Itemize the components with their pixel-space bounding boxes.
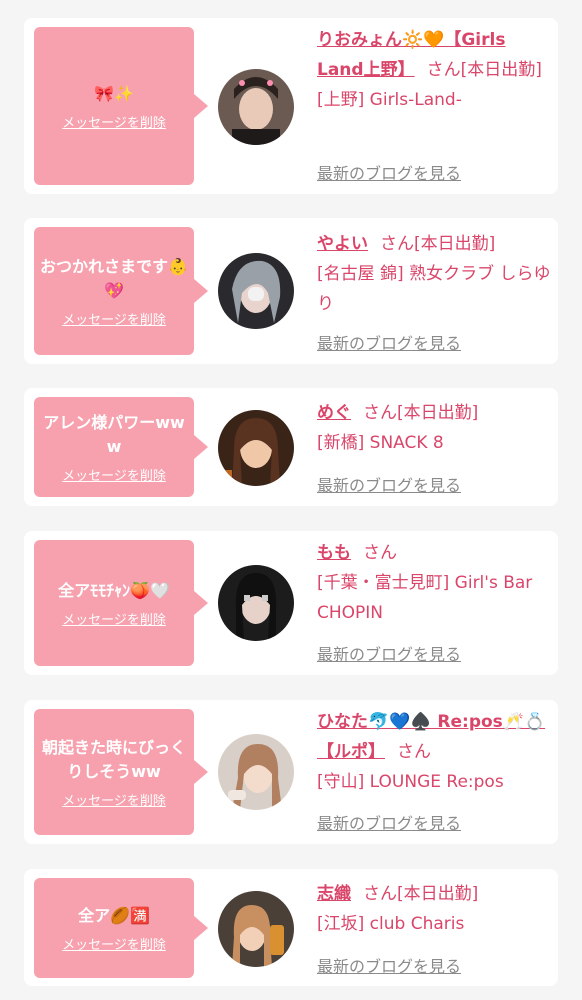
honorific: さん	[426, 60, 461, 80]
status-text: [本日出勤]	[414, 234, 496, 254]
status-text: [本日出勤]	[397, 884, 479, 904]
message-text: 朝起きた時にびっくりしそうww	[41, 737, 186, 781]
delete-message-link[interactable]: メッセージを削除	[62, 112, 166, 131]
list-item: 朝起きた時にびっくりしそうww メッセージを削除 ひなた🐬💙♠️ Re:pos🥂…	[24, 700, 558, 844]
message-bubble: 全アﾓﾓﾁｬﾝ🍑🤍 メッセージを削除	[34, 540, 208, 666]
cast-info: 志織 さん[本日出勤] [江坂] club Charis	[317, 879, 551, 939]
honorific: さん	[397, 742, 431, 762]
message-bubble: おつかれさまです👶💖 メッセージを削除	[34, 227, 208, 355]
blog-link[interactable]: 最新のブログを見る	[317, 810, 461, 834]
delete-message-link[interactable]: メッセージを削除	[62, 465, 166, 484]
message-text: おつかれさまです👶💖	[40, 256, 188, 300]
shop-text: [名古屋 錦] 熟女クラブ しらゆり	[317, 264, 551, 314]
status-text: [本日出勤]	[460, 60, 542, 80]
blog-link[interactable]: 最新のブログを見る	[317, 953, 461, 977]
message-text: 全アﾓﾓﾁｬﾝ🍑🤍	[58, 580, 170, 600]
cast-info: りおみょん🔆🧡【Girls Land上野】 さん[本日出勤] [上野] Girls…	[317, 25, 551, 115]
message-text: 🎀✨	[94, 83, 134, 103]
avatar[interactable]	[218, 410, 294, 486]
avatar[interactable]	[218, 253, 294, 329]
delete-message-link[interactable]: メッセージを削除	[62, 790, 166, 809]
shop-text: [新橋] SNACK 8	[317, 433, 444, 453]
delete-message-link[interactable]: メッセージを削除	[62, 609, 166, 628]
cast-name-link[interactable]: やよい	[317, 234, 368, 254]
avatar[interactable]	[218, 891, 294, 967]
cast-info: もも さん [千葉・富士見町] Girl's Bar CHOPIN	[317, 538, 551, 628]
cast-name-link[interactable]: ひなた🐬💙♠️ Re:pos🥂💍【ルポ】	[317, 712, 545, 762]
message-text: 全ア🏉🈵	[78, 905, 150, 925]
message-bubble: アレン様パワーwww メッセージを削除	[34, 397, 208, 497]
message-bubble: 朝起きた時にびっくりしそうww メッセージを削除	[34, 709, 208, 835]
shop-text: [千葉・富士見町] Girl's Bar CHOPIN	[317, 573, 533, 623]
list-item: 全ア🏉🈵 メッセージを削除 志織 さん[本日出勤] [江坂] club Chari…	[24, 869, 558, 986]
avatar[interactable]	[218, 565, 294, 641]
list-item: 全アﾓﾓﾁｬﾝ🍑🤍 メッセージを削除 もも さん [千葉・富士見町] Girl's…	[24, 531, 558, 675]
blog-link[interactable]: 最新のブログを見る	[317, 330, 461, 354]
cast-name-link[interactable]: もも	[317, 543, 351, 563]
list-item: 🎀✨ メッセージを削除 りおみょん🔆🧡【Girls Land上野】 さん[本日出勤…	[24, 18, 558, 194]
honorific: さん	[363, 543, 397, 563]
list-item: おつかれさまです👶💖 メッセージを削除 やよい さん[本日出勤] [名古屋 錦] …	[24, 218, 558, 364]
favorite-list: 🎀✨ メッセージを削除 りおみょん🔆🧡【Girls Land上野】 さん[本日出勤…	[0, 0, 582, 1000]
shop-text: [江坂] club Charis	[317, 914, 465, 934]
delete-message-link[interactable]: メッセージを削除	[62, 934, 166, 953]
message-text: アレン様パワーwww	[43, 412, 185, 456]
shop-text: [守山] LOUNGE Re:pos	[317, 772, 504, 792]
delete-message-link[interactable]: メッセージを削除	[62, 309, 166, 328]
avatar[interactable]	[218, 734, 294, 810]
cast-info: ひなた🐬💙♠️ Re:pos🥂💍【ルポ】 さん [守山] LOUNGE Re:po…	[317, 707, 551, 797]
message-bubble: 全ア🏉🈵 メッセージを削除	[34, 878, 208, 978]
blog-link[interactable]: 最新のブログを見る	[317, 160, 461, 184]
cast-info: めぐ さん[本日出勤] [新橋] SNACK 8	[317, 398, 551, 458]
blog-link[interactable]: 最新のブログを見る	[317, 641, 461, 665]
list-item: アレン様パワーwww メッセージを削除 めぐ さん[本日出勤] [新橋] SNAC…	[24, 388, 558, 506]
honorific: さん	[380, 234, 414, 254]
cast-name-link[interactable]: めぐ	[317, 403, 351, 423]
blog-link[interactable]: 最新のブログを見る	[317, 472, 461, 496]
honorific: さん	[363, 884, 397, 904]
cast-name-link[interactable]: 志織	[317, 884, 351, 904]
message-bubble: 🎀✨ メッセージを削除	[34, 27, 208, 185]
status-text: [本日出勤]	[397, 403, 479, 423]
avatar[interactable]	[218, 69, 294, 145]
cast-info: やよい さん[本日出勤] [名古屋 錦] 熟女クラブ しらゆり	[317, 229, 551, 319]
shop-text: [上野] Girls-Land-	[317, 90, 462, 110]
honorific: さん	[363, 403, 397, 423]
